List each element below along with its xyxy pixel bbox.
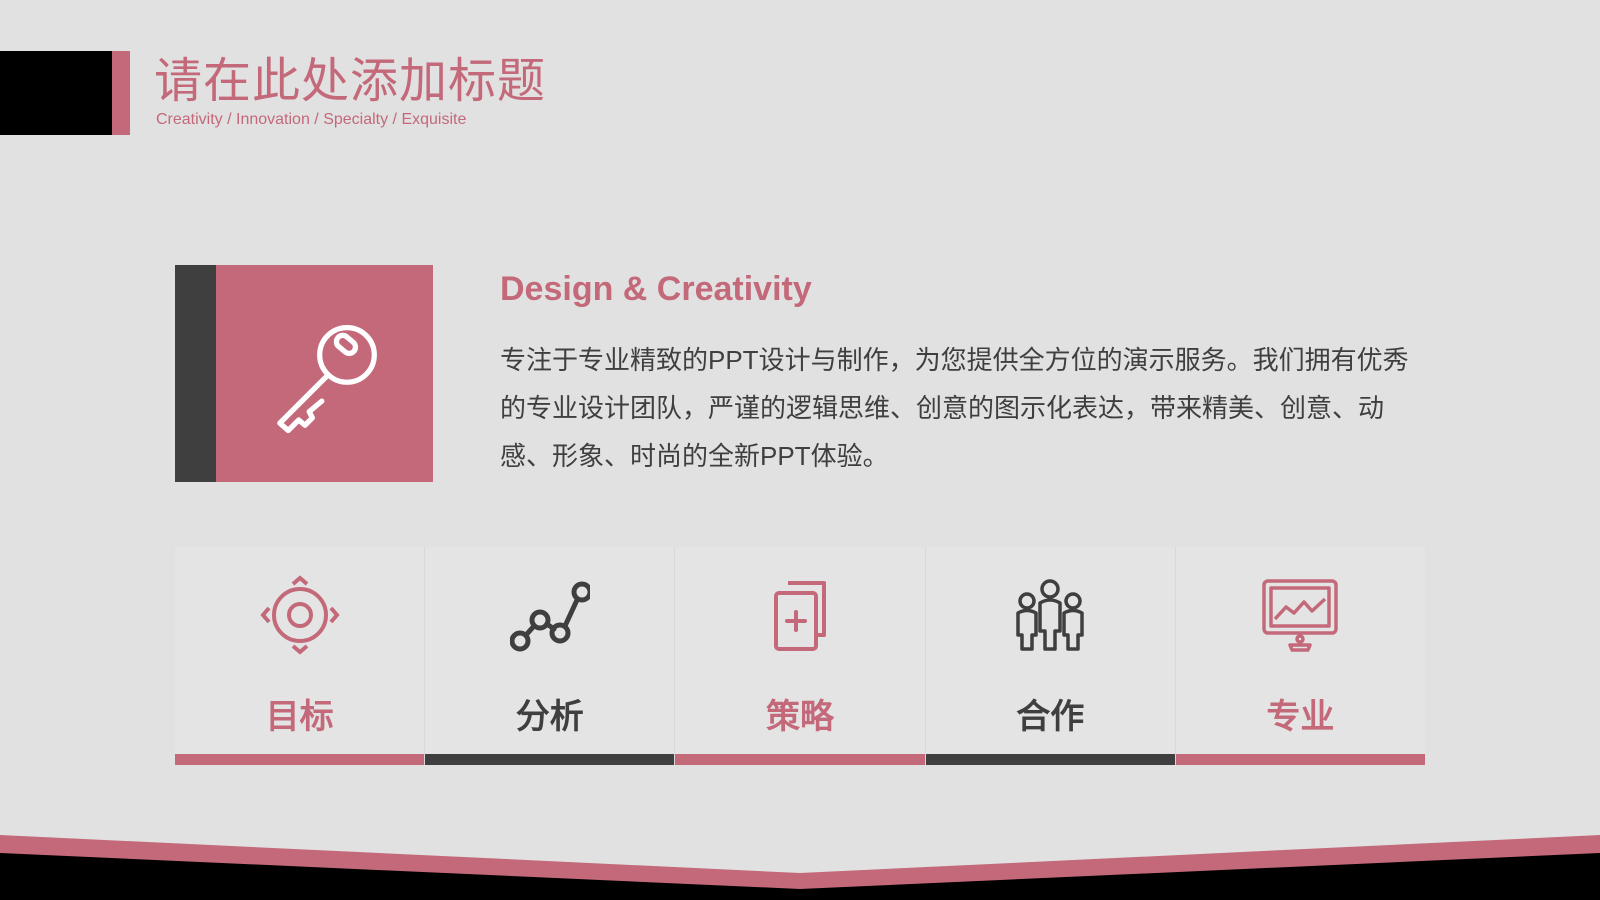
tile-cooperation[interactable]: 合作 bbox=[924, 547, 1175, 765]
tile-bar bbox=[425, 754, 675, 765]
key-icon bbox=[277, 324, 377, 434]
tile-bar bbox=[1175, 754, 1426, 765]
footer-decoration bbox=[0, 835, 1600, 900]
header-accent-bar bbox=[112, 51, 130, 135]
target-icon bbox=[259, 575, 340, 655]
tile-bar bbox=[675, 754, 925, 765]
page-title: 请在此处添加标题 bbox=[154, 55, 547, 108]
tile-label: 目标 bbox=[265, 698, 334, 736]
category-tiles: 目标 分析 策略 合作 专业 bbox=[175, 547, 1426, 765]
tile-label: 合作 bbox=[1016, 698, 1085, 736]
tile-professional[interactable]: 专业 bbox=[1174, 547, 1426, 765]
page-subtitle: Creativity / Innovation / Specialty / Ex… bbox=[156, 111, 467, 128]
tile-target[interactable]: 目标 bbox=[175, 547, 425, 765]
tile-label: 分析 bbox=[515, 698, 584, 736]
tile-bar bbox=[175, 754, 425, 765]
feature-card-dark-strip bbox=[175, 265, 216, 482]
tile-bar bbox=[925, 754, 1175, 765]
tile-label: 专业 bbox=[1266, 698, 1335, 736]
monitor-icon bbox=[1262, 579, 1339, 652]
feature-description: 专注于专业精致的PPT设计与制作，为您提供全方位的演示服务。我们拥有优秀的专业设… bbox=[500, 345, 1409, 471]
tile-strategy[interactable]: 策略 bbox=[674, 547, 925, 765]
line-chart-icon bbox=[509, 581, 590, 652]
feature-heading: Design & Creativity bbox=[500, 270, 812, 308]
feature-icon-card bbox=[175, 265, 433, 482]
add-document-icon bbox=[774, 581, 826, 651]
header-black-block bbox=[0, 51, 112, 135]
tile-analysis[interactable]: 分析 bbox=[424, 547, 675, 765]
tile-label: 策略 bbox=[766, 698, 834, 736]
team-icon bbox=[1016, 579, 1084, 651]
